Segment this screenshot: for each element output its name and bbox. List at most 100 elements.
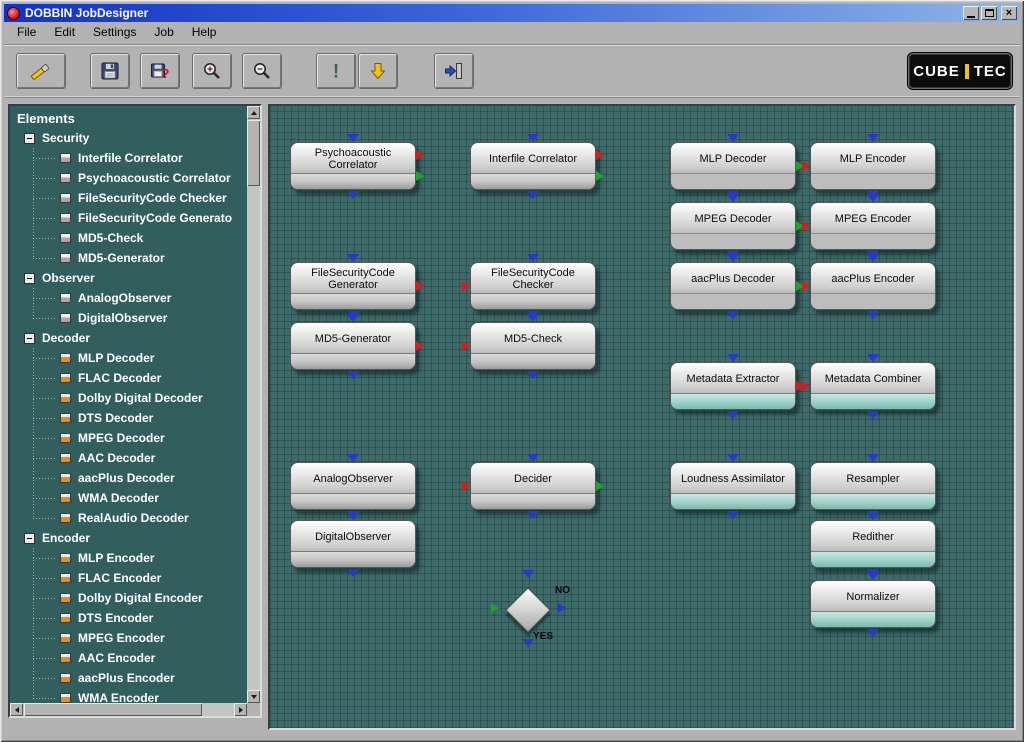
node-mlp-decoder[interactable]: MLP Decoder <box>670 142 796 190</box>
green-port-right-lower[interactable] <box>416 171 424 181</box>
collapse-icon[interactable] <box>24 273 35 284</box>
node-psychoacoustic-correlator[interactable]: Psychoacoustic Correlator <box>290 142 416 190</box>
decision-node[interactable]: NO YES <box>500 582 556 638</box>
blue-port-top[interactable] <box>867 454 879 462</box>
blue-port-bottom[interactable] <box>527 191 539 199</box>
node-normalizer[interactable]: Normalizer <box>810 580 936 628</box>
node-mlp-encoder[interactable]: MLP Encoder <box>810 142 936 190</box>
node-mpeg-decoder[interactable]: MPEG Decoder <box>670 202 796 250</box>
node-decider[interactable]: Decider <box>470 462 596 510</box>
green-port-right-lower[interactable] <box>596 171 604 181</box>
red-port-left[interactable] <box>802 381 810 391</box>
blue-port-bottom[interactable] <box>527 371 539 379</box>
tree-item-analogobserver[interactable]: AnalogObserver <box>14 288 247 308</box>
import-button[interactable] <box>358 53 398 89</box>
tree-category-decoder[interactable]: Decoder <box>14 328 247 348</box>
red-port-left[interactable] <box>802 221 810 231</box>
tree-category-encoder[interactable]: Encoder <box>14 528 247 548</box>
blue-port-bottom[interactable] <box>727 411 739 419</box>
red-port-right-upper[interactable] <box>596 150 604 160</box>
node-filesecuritycode-checker[interactable]: FileSecurityCode Checker <box>470 262 596 310</box>
tree-item-interfile-correlator[interactable]: Interfile Correlator <box>14 148 247 168</box>
blue-port-bottom[interactable] <box>527 511 539 519</box>
blue-port-top[interactable] <box>867 254 879 262</box>
tree-item-aacplus-encoder[interactable]: aacPlus Encoder <box>14 668 247 688</box>
node-md5-generator[interactable]: MD5-Generator <box>290 322 416 370</box>
red-port-left[interactable] <box>462 481 470 491</box>
blue-port-top[interactable] <box>867 134 879 142</box>
tree-item-mlp-encoder[interactable]: MLP Encoder <box>14 548 247 568</box>
decision-diamond[interactable] <box>505 587 550 632</box>
tree-item-aac-decoder[interactable]: AAC Decoder <box>14 448 247 468</box>
titlebar[interactable]: DOBBIN JobDesigner × <box>4 4 1020 22</box>
node-aacplus-decoder[interactable]: aacPlus Decoder <box>670 262 796 310</box>
minimize-button[interactable] <box>963 6 979 20</box>
blue-port-top[interactable] <box>527 314 539 322</box>
tree-category-observer[interactable]: Observer <box>14 268 247 288</box>
sidebar-vertical-scrollbar[interactable] <box>247 106 260 703</box>
red-port-left[interactable] <box>462 341 470 351</box>
blue-port-top[interactable] <box>727 134 739 142</box>
blue-port-right[interactable] <box>558 603 566 613</box>
blue-port-top[interactable] <box>347 454 359 462</box>
tree-item-psychoacoustic-correlator[interactable]: Psychoacoustic Correlator <box>14 168 247 188</box>
node-filesecuritycode-generator[interactable]: FileSecurityCode Generator <box>290 262 416 310</box>
blue-port-top[interactable] <box>727 254 739 262</box>
blue-port-bottom[interactable] <box>347 191 359 199</box>
red-port-right[interactable] <box>416 341 424 351</box>
vertical-scroll-thumb[interactable] <box>247 120 260 186</box>
blue-port-bottom[interactable] <box>867 411 879 419</box>
red-port-left[interactable] <box>802 281 810 291</box>
save-button[interactable] <box>90 53 130 89</box>
tree-item-dolby-digital-decoder[interactable]: Dolby Digital Decoder <box>14 388 247 408</box>
tree-item-md5-generator[interactable]: MD5-Generator <box>14 248 247 268</box>
node-digitalobserver[interactable]: DigitalObserver <box>290 520 416 568</box>
tree-item-filesecuritycode-checker[interactable]: FileSecurityCode Checker <box>14 188 247 208</box>
tree-item-aacplus-decoder[interactable]: aacPlus Decoder <box>14 468 247 488</box>
collapse-icon[interactable] <box>24 133 35 144</box>
tree-category-security[interactable]: Security <box>14 128 247 148</box>
tree-item-flac-decoder[interactable]: FLAC Decoder <box>14 368 247 388</box>
blue-port-top[interactable] <box>727 194 739 202</box>
blue-port-top[interactable] <box>867 354 879 362</box>
tree-item-wma-decoder[interactable]: WMA Decoder <box>14 488 247 508</box>
red-port-right[interactable] <box>416 281 424 291</box>
red-port-left[interactable] <box>802 161 810 171</box>
zoom-out-button[interactable] <box>242 53 282 89</box>
blue-port-top[interactable] <box>347 512 359 520</box>
blue-port-top[interactable] <box>522 570 534 578</box>
tree-item-flac-encoder[interactable]: FLAC Encoder <box>14 568 247 588</box>
tree-item-dolby-digital-encoder[interactable]: Dolby Digital Encoder <box>14 588 247 608</box>
tree-item-dts-encoder[interactable]: DTS Encoder <box>14 608 247 628</box>
node-resampler[interactable]: Resampler <box>810 462 936 510</box>
tree-item-filesecuritycode-generato[interactable]: FileSecurityCode Generato <box>14 208 247 228</box>
tree-item-mpeg-encoder[interactable]: MPEG Encoder <box>14 628 247 648</box>
node-md5-check[interactable]: MD5-Check <box>470 322 596 370</box>
node-interfile-correlator[interactable]: Interfile Correlator <box>470 142 596 190</box>
blue-port-top[interactable] <box>527 134 539 142</box>
blue-port-top[interactable] <box>347 314 359 322</box>
menu-settings[interactable]: Settings <box>84 23 145 42</box>
job-canvas[interactable]: NO YES Psychoacoustic Correlator Interfil… <box>268 104 1016 730</box>
tree-item-realaudio-decoder[interactable]: RealAudio Decoder <box>14 508 247 528</box>
node-metadata-combiner[interactable]: Metadata Combiner <box>810 362 936 410</box>
wizard-button[interactable] <box>16 53 66 89</box>
validate-button[interactable]: ! <box>316 53 356 89</box>
blue-port-top[interactable] <box>347 254 359 262</box>
menu-file[interactable]: File <box>8 23 45 42</box>
node-aacplus-encoder[interactable]: aacPlus Encoder <box>810 262 936 310</box>
save-check-button[interactable]: ? <box>140 53 180 89</box>
blue-port-top[interactable] <box>527 454 539 462</box>
blue-port-bottom[interactable] <box>727 511 739 519</box>
maximize-button[interactable] <box>981 6 997 20</box>
tree-item-md5-check[interactable]: MD5-Check <box>14 228 247 248</box>
close-button[interactable]: × <box>1001 6 1017 20</box>
tree-item-wma-encoder[interactable]: WMA Encoder <box>14 688 247 703</box>
menu-help[interactable]: Help <box>183 23 226 42</box>
scroll-left-button[interactable] <box>10 703 23 716</box>
blue-port-bottom[interactable] <box>867 311 879 319</box>
node-metadata-extractor[interactable]: Metadata Extractor <box>670 362 796 410</box>
red-port-left[interactable] <box>462 281 470 291</box>
blue-port-top[interactable] <box>727 354 739 362</box>
scroll-right-button[interactable] <box>234 703 247 716</box>
